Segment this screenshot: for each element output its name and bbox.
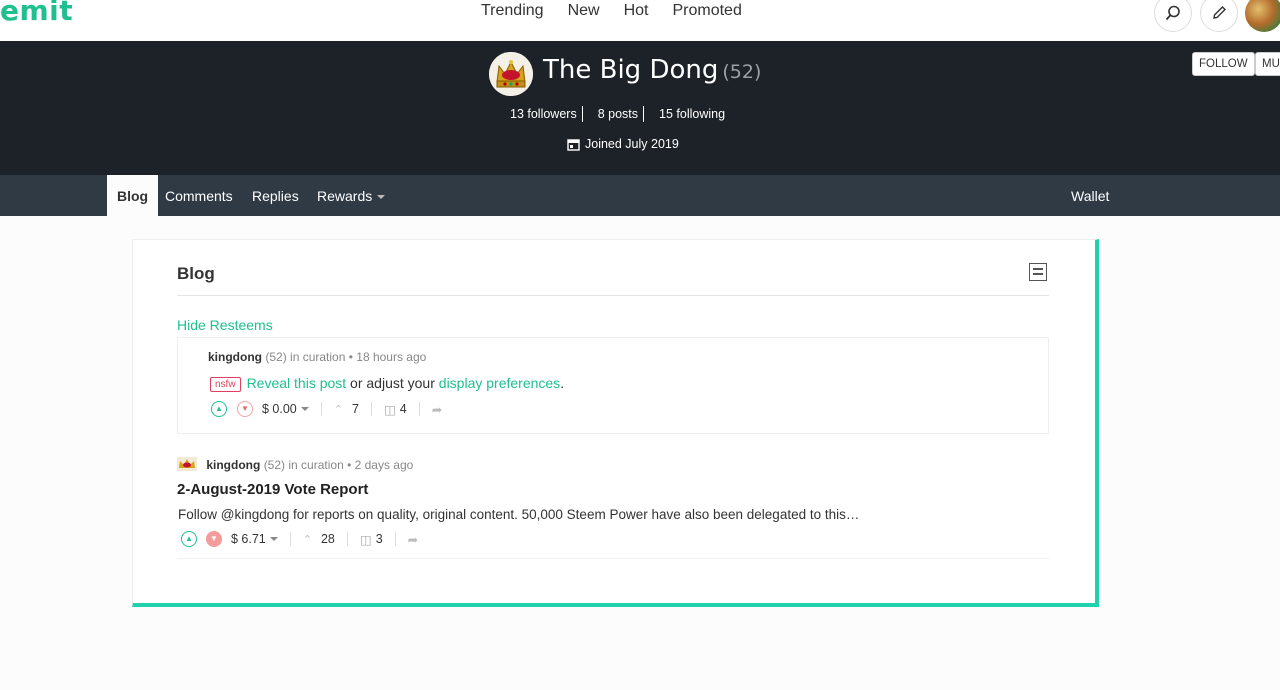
mute-button[interactable]: MU <box>1255 52 1280 76</box>
tab-wallet[interactable]: Wallet <box>1071 175 1109 216</box>
payout-value[interactable]: $ 0.00 <box>262 402 297 416</box>
chevron-down-icon[interactable] <box>269 537 278 541</box>
post-category-time: in curation • 2 days ago <box>288 458 414 472</box>
tab-replies[interactable]: Replies <box>252 175 299 216</box>
divider <box>177 295 1049 296</box>
post-actions: ▲ ▼ $ 6.71 ⌃ 28 ◫ 3 ➦ <box>181 531 418 547</box>
follow-button[interactable]: FOLLOW <box>1192 52 1255 76</box>
nav-hot[interactable]: Hot <box>624 2 649 20</box>
search-button[interactable] <box>1154 0 1192 32</box>
nsfw-notice: nsfw Reveal this post or adjust your disp… <box>210 375 564 392</box>
downvote-icon[interactable]: ▼ <box>237 401 253 417</box>
followers-link[interactable]: 13 followers <box>505 107 582 122</box>
crown-icon <box>177 457 197 471</box>
comment-count[interactable]: 4 <box>400 402 407 416</box>
profile-avatar <box>489 52 533 96</box>
divider <box>289 532 291 546</box>
tab-rewards-label: Rewards <box>317 188 373 204</box>
profile-reputation: (52) <box>722 61 762 83</box>
nav-new[interactable]: New <box>568 2 600 20</box>
profile-name: The Big Dong (52) <box>543 55 761 85</box>
blog-panel: Blog Hide Resteems kingdong (52) in cura… <box>132 239 1099 607</box>
write-post-button[interactable] <box>1200 0 1238 32</box>
post-actions: ▲ ▼ $ 0.00 ⌃ 7 ◫ 4 ➦ <box>211 401 442 417</box>
resteem-icon[interactable]: ➦ <box>432 402 442 417</box>
main-nav: Trending New Hot Promoted <box>481 2 766 20</box>
post-meta: kingdong (52) in curation • 2 days ago <box>177 457 413 472</box>
post-category-time: in curation • 18 hours ago <box>290 350 427 364</box>
nav-trending[interactable]: Trending <box>481 2 544 20</box>
top-bar: emit Trending New Hot Promoted <box>0 0 1280 41</box>
divider <box>346 532 348 546</box>
search-icon <box>1165 5 1180 21</box>
vote-count-icon: ⌃ <box>302 533 312 546</box>
divider <box>418 402 420 416</box>
author-reputation: (52) <box>265 350 287 364</box>
joined-text: Joined July 2019 <box>585 137 679 151</box>
stat-divider <box>643 106 654 122</box>
divider <box>320 402 322 416</box>
post-title[interactable]: 2-August-2019 Vote Report <box>177 481 368 498</box>
chevron-down-icon <box>377 195 386 200</box>
posts-count: 8 posts <box>597 107 639 121</box>
user-avatar[interactable] <box>1245 0 1280 32</box>
upvote-icon[interactable]: ▲ <box>181 531 197 547</box>
pencil-icon <box>1213 6 1226 19</box>
comments-icon[interactable]: ◫ <box>360 532 372 547</box>
profile-tabs: Blog Comments Replies Rewards Wallet <box>0 175 1280 216</box>
tab-comments[interactable]: Comments <box>165 175 233 216</box>
stat-divider <box>581 106 593 122</box>
author-reputation: (52) <box>263 458 286 472</box>
comments-icon[interactable]: ◫ <box>384 402 396 417</box>
following-link[interactable]: 15 following <box>654 107 730 122</box>
tab-rewards[interactable]: Rewards <box>317 175 386 216</box>
downvote-icon[interactable]: ▼ <box>206 531 222 547</box>
divider <box>394 532 396 546</box>
vote-count[interactable]: 28 <box>321 532 335 546</box>
vote-count[interactable]: 7 <box>352 402 359 416</box>
calendar-icon <box>567 138 580 151</box>
crown-icon <box>489 52 533 96</box>
resteem-icon[interactable]: ➦ <box>408 532 418 547</box>
hide-resteems-link[interactable]: Hide Resteems <box>177 317 273 333</box>
joined-date: Joined July 2019 <box>567 137 679 151</box>
upvote-icon[interactable]: ▲ <box>211 401 227 417</box>
notice-text: or adjust your <box>346 375 439 391</box>
divider <box>370 402 372 416</box>
post-author[interactable]: kingdong <box>206 458 260 472</box>
tab-blog[interactable]: Blog <box>107 175 159 216</box>
chevron-down-icon[interactable] <box>300 407 309 411</box>
vote-count-icon: ⌃ <box>333 403 343 416</box>
profile-header: The Big Dong (52) 13 followers 8 posts 15… <box>0 41 1280 175</box>
comment-count[interactable]: 3 <box>376 532 383 546</box>
panel-title: Blog <box>177 264 215 283</box>
nsfw-tag: nsfw <box>210 377 241 392</box>
nav-promoted[interactable]: Promoted <box>672 2 741 20</box>
post-author[interactable]: kingdong <box>208 350 262 364</box>
notice-end: . <box>560 375 565 391</box>
site-logo[interactable]: emit <box>0 0 73 27</box>
payout-value[interactable]: $ 6.71 <box>231 532 266 546</box>
profile-display-name: The Big Dong <box>543 55 719 85</box>
post-meta: kingdong (52) in curation • 18 hours ago <box>208 350 426 364</box>
layout-toggle-icon[interactable] <box>1029 263 1047 281</box>
divider <box>177 558 1049 559</box>
post-card: kingdong (52) in curation • 18 hours ago… <box>177 337 1049 434</box>
profile-stats: 13 followers 8 posts 15 following <box>505 106 730 122</box>
display-preferences-link[interactable]: display preferences <box>439 375 560 391</box>
post-excerpt[interactable]: Follow @kingdong for reports on quality,… <box>178 507 859 522</box>
reveal-post-link[interactable]: Reveal this post <box>247 375 347 391</box>
